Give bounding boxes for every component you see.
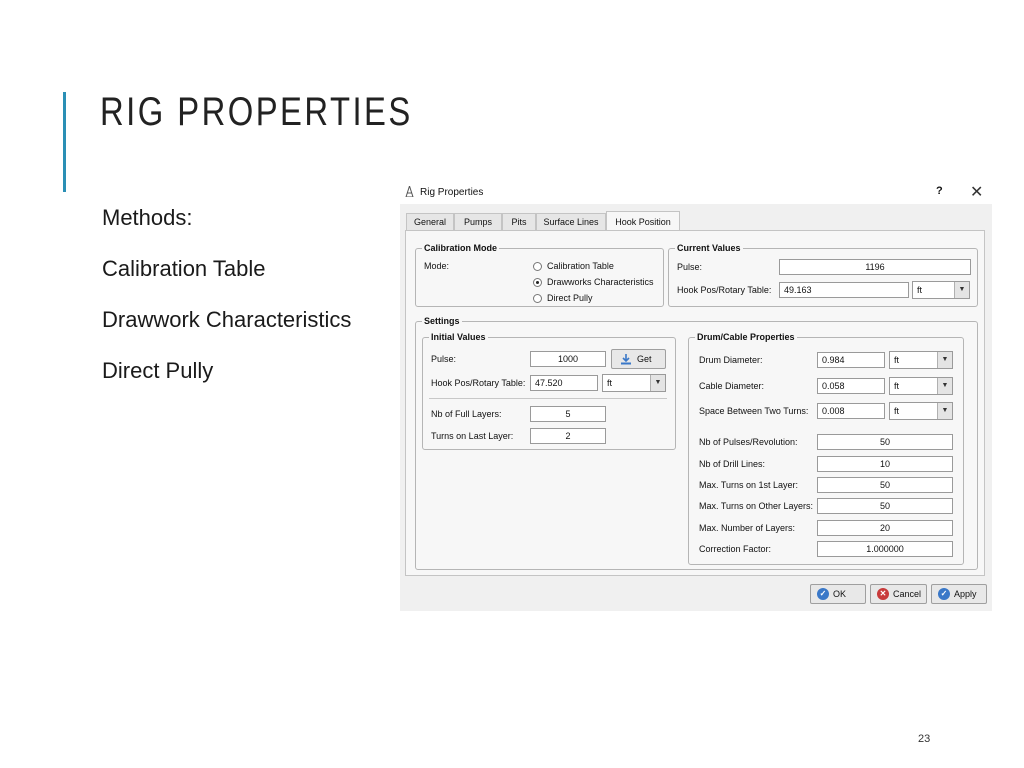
help-button[interactable]: ?	[936, 185, 943, 197]
initial-values-legend: Initial Values	[431, 332, 486, 342]
cancel-icon: ✕	[877, 588, 889, 600]
max-turns-other-layers-field[interactable]: 50	[817, 498, 953, 514]
correction-factor-field[interactable]: 1.000000	[817, 541, 953, 557]
space-between-turns-unit-value: ft	[894, 406, 900, 416]
correction-factor-label: Correction Factor:	[699, 544, 772, 554]
list-item: Methods:	[102, 205, 193, 230]
hook-position-panel: Calibration Mode Mode: Calibration Table…	[405, 230, 985, 576]
list-item: Direct Pully	[102, 358, 214, 383]
drum-diameter-label: Drum Diameter:	[699, 355, 763, 365]
close-button[interactable]: ✕	[970, 182, 983, 202]
title-accent-bar	[63, 92, 66, 192]
chevron-down-icon: ▼	[650, 375, 665, 391]
option-direct-pully-label: Direct Pully	[547, 293, 593, 303]
current-pulse-label: Pulse:	[677, 262, 703, 272]
initial-pulse-label: Pulse:	[431, 354, 457, 364]
full-layers-field[interactable]: 5	[530, 406, 606, 422]
apply-label: Apply	[954, 589, 977, 599]
space-between-turns-label: Space Between Two Turns:	[699, 406, 809, 416]
max-layers-label: Max. Number of Layers:	[699, 523, 796, 533]
list-item: Calibration Table	[102, 256, 266, 281]
rig-icon	[405, 186, 414, 197]
dialog-titlebar: Rig Properties ? ✕	[400, 179, 992, 204]
current-hook-unit-value: ft	[917, 285, 923, 295]
pulses-revolution-label: Nb of Pulses/Revolution:	[699, 437, 798, 447]
initial-values-group: Initial Values Pulse: 1000 Get Hook Pos/…	[422, 332, 676, 450]
current-hook-field[interactable]: 49.163	[779, 282, 909, 298]
pulses-revolution-field[interactable]: 50	[817, 434, 953, 450]
drum-diameter-field[interactable]: 0.984	[817, 352, 885, 368]
current-hook-unit-select[interactable]: ft ▼	[912, 281, 970, 299]
cable-diameter-field[interactable]: 0.058	[817, 378, 885, 394]
max-turns-other-layers-label: Max. Turns on Other Layers:	[699, 501, 814, 511]
drum-cable-legend: Drum/Cable Properties	[697, 332, 795, 342]
tab-general[interactable]: General	[406, 213, 454, 230]
drum-cable-group: Drum/Cable Properties Drum Diameter: 0.9…	[688, 332, 964, 565]
chevron-down-icon: ▼	[937, 378, 952, 394]
option-drawworks-label: Drawworks Characteristics	[547, 277, 654, 287]
drill-lines-field[interactable]: 10	[817, 456, 953, 472]
max-layers-field[interactable]: 20	[817, 520, 953, 536]
download-icon	[621, 354, 631, 365]
get-button[interactable]: Get	[611, 349, 666, 369]
chevron-down-icon: ▼	[937, 352, 952, 368]
get-label: Get	[637, 354, 652, 364]
radio-drawworks-characteristics[interactable]	[533, 278, 542, 287]
tab-surface-lines[interactable]: Surface Lines	[536, 213, 606, 230]
current-values-group: Current Values Pulse: 1196 Hook Pos/Rota…	[668, 243, 978, 307]
tab-hook-position[interactable]: Hook Position	[606, 211, 680, 231]
chevron-down-icon: ▼	[954, 282, 969, 298]
current-hook-label: Hook Pos/Rotary Table:	[677, 285, 772, 295]
initial-hook-unit-select[interactable]: ft ▼	[602, 374, 666, 392]
initial-hook-unit-value: ft	[607, 378, 613, 388]
radio-calibration-table[interactable]	[533, 262, 542, 271]
settings-legend: Settings	[424, 316, 460, 326]
space-between-turns-field[interactable]: 0.008	[817, 403, 885, 419]
cancel-label: Cancel	[893, 589, 922, 599]
rig-properties-dialog: Rig Properties ? ✕ General Pumps Pits Su…	[400, 179, 992, 611]
dialog-title: Rig Properties	[420, 187, 484, 198]
drum-diameter-unit-select[interactable]: ft ▼	[889, 351, 953, 369]
turns-last-layer-label: Turns on Last Layer:	[431, 431, 514, 441]
tab-pits[interactable]: Pits	[502, 213, 536, 230]
calibration-mode-legend: Calibration Mode	[424, 243, 498, 253]
settings-group: Settings Initial Values Pulse: 1000 Get …	[415, 316, 978, 570]
max-turns-first-layer-label: Max. Turns on 1st Layer:	[699, 480, 799, 490]
tab-pumps[interactable]: Pumps	[454, 213, 502, 230]
max-turns-first-layer-field[interactable]: 50	[817, 477, 953, 493]
calibration-mode-group: Calibration Mode Mode: Calibration Table…	[415, 243, 664, 307]
separator	[429, 398, 667, 399]
drum-diameter-unit-value: ft	[894, 355, 900, 365]
check-icon: ✓	[817, 588, 829, 600]
initial-hook-field[interactable]: 47.520	[530, 375, 598, 391]
list-item: Drawwork Characteristics	[102, 307, 352, 332]
cable-diameter-unit-value: ft	[894, 381, 900, 391]
initial-pulse-field[interactable]: 1000	[530, 351, 606, 367]
cable-diameter-label: Cable Diameter:	[699, 381, 765, 391]
ok-label: OK	[833, 589, 847, 599]
current-pulse-field[interactable]: 1196	[779, 259, 971, 275]
radio-direct-pully[interactable]	[533, 294, 542, 303]
cancel-button[interactable]: ✕ Cancel	[870, 584, 927, 604]
current-values-legend: Current Values	[677, 243, 741, 253]
apply-button[interactable]: ✓ Apply	[931, 584, 987, 604]
ok-button[interactable]: ✓ OK	[810, 584, 866, 604]
turns-last-layer-field[interactable]: 2	[530, 428, 606, 444]
chevron-down-icon: ▼	[937, 403, 952, 419]
option-calibration-table-label: Calibration Table	[547, 261, 614, 271]
slide-title: RIG PROPERTIES	[100, 90, 413, 134]
cable-diameter-unit-select[interactable]: ft ▼	[889, 377, 953, 395]
space-between-turns-unit-select[interactable]: ft ▼	[889, 402, 953, 420]
drill-lines-label: Nb of Drill Lines:	[699, 459, 766, 469]
method-list: Methods: Calibration Table Drawwork Char…	[102, 205, 351, 409]
page-number: 23	[918, 733, 931, 745]
initial-hook-label: Hook Pos/Rotary Table:	[431, 378, 526, 388]
check-icon: ✓	[938, 588, 950, 600]
mode-label: Mode:	[424, 261, 450, 271]
full-layers-label: Nb of Full Layers:	[431, 409, 502, 419]
